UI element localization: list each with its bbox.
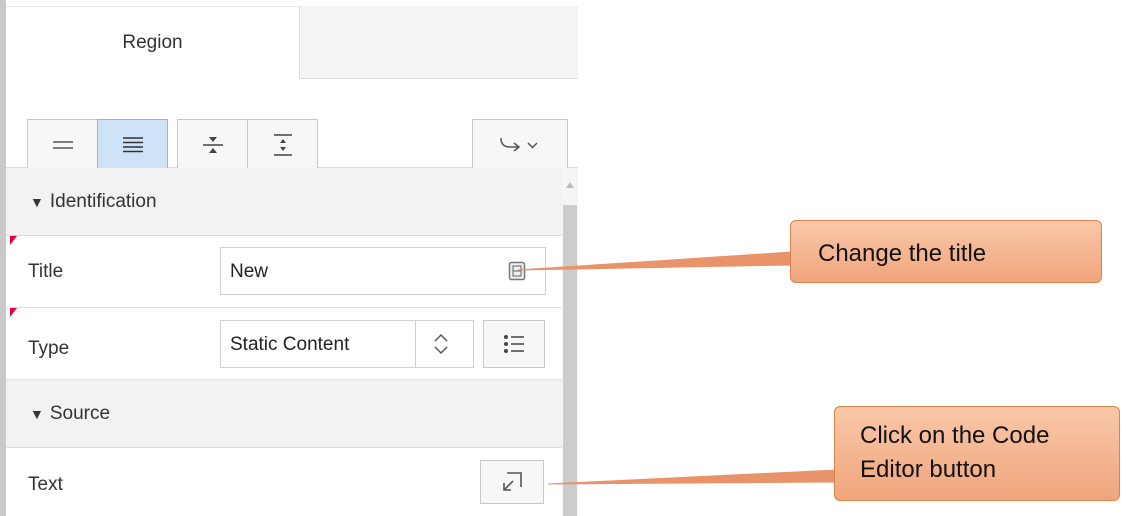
callout-change-title: Change the title	[790, 220, 1102, 283]
callout-code-editor: Click on the Code Editor button	[834, 406, 1120, 501]
callout-pointer-code-editor	[547, 469, 837, 485]
callout-code-editor-line2: Editor button	[860, 456, 997, 483]
callout-pointer-title	[517, 251, 793, 271]
callout-code-editor-line1: Click on the Code	[860, 422, 1050, 449]
callout-change-title-text: Change the title	[818, 240, 987, 267]
